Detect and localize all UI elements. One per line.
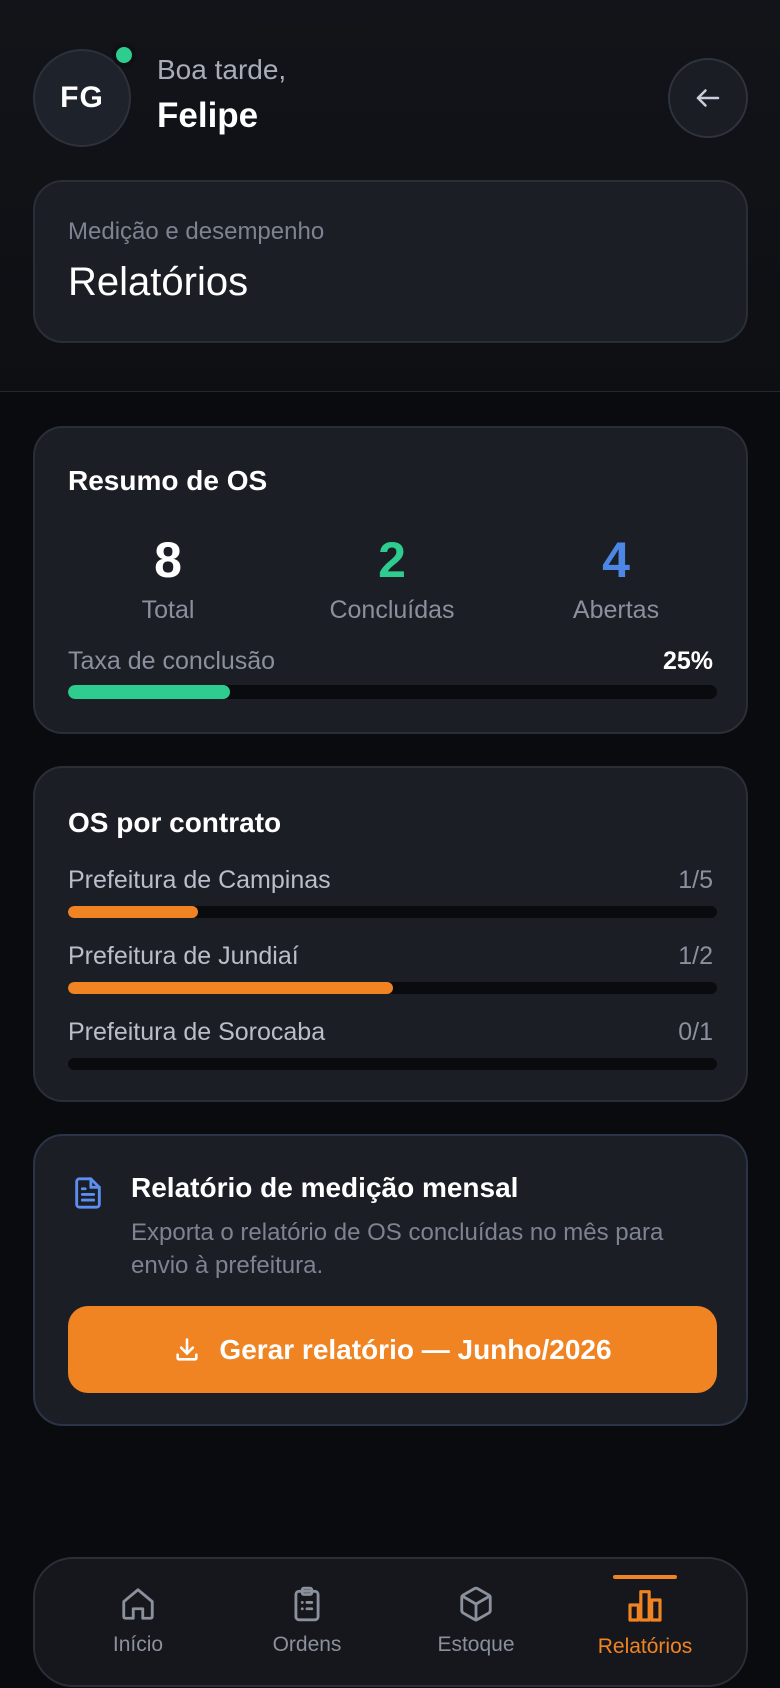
generate-report-label: Gerar relatório — Junho/2026: [219, 1333, 612, 1365]
contract-progress-track: [68, 1058, 717, 1070]
contract-count: 0/1: [678, 1018, 713, 1046]
bar-chart-icon: [628, 1590, 662, 1622]
stat-total: 8 Total: [68, 532, 268, 625]
stat-completed-value: 2: [378, 532, 406, 588]
online-status-dot: [112, 43, 136, 67]
contracts-card: OS por contrato Prefeitura de Campinas 1…: [33, 766, 748, 1102]
completion-label: Taxa de conclusão: [68, 647, 276, 675]
report-title: Relatório de medição mensal: [131, 1172, 519, 1203]
clipboard-icon: [294, 1586, 320, 1622]
contract-name: Prefeitura de Campinas: [68, 866, 331, 894]
document-icon: [75, 1177, 101, 1209]
page-header-card: Medição e desempenho Relatórios: [33, 180, 748, 343]
contract-name: Prefeitura de Sorocaba: [68, 1018, 326, 1046]
page-title: Relatórios: [68, 260, 249, 304]
completion-value: 25%: [662, 647, 713, 675]
nav-item-inicio[interactable]: Início: [63, 1559, 213, 1687]
nav-item-ordens[interactable]: Ordens: [232, 1559, 382, 1687]
box-icon: [460, 1586, 492, 1622]
contract-progress-fill: [68, 906, 198, 918]
nav-label-estoque: Estoque: [437, 1633, 515, 1656]
arrow-left-icon: [696, 89, 720, 107]
page-subtitle: Medição e desempenho: [68, 218, 325, 245]
contract-progress-track: [68, 982, 717, 994]
stat-completed-label: Concluídas: [329, 596, 455, 624]
nav-item-relatorios[interactable]: Relatórios: [570, 1559, 720, 1687]
contract-count: 1/5: [678, 866, 713, 894]
report-description: Exporta o relatório de OS concluídas no …: [131, 1219, 664, 1279]
stat-total-value: 8: [154, 532, 182, 588]
summary-title: Resumo de OS: [68, 465, 268, 496]
stat-open-value: 4: [602, 532, 630, 588]
contract-count: 1/2: [678, 942, 713, 970]
contract-progress-fill: [68, 982, 393, 994]
stat-completed: 2 Concluídas: [292, 532, 492, 625]
home-icon: [122, 1588, 154, 1620]
greeting-text: Boa tarde,: [157, 54, 287, 85]
stat-open: 4 Abertas: [516, 532, 716, 625]
bottom-navigation: Início Ordens Estoque Relatórios: [33, 1557, 748, 1687]
active-tab-indicator: [613, 1575, 677, 1579]
nav-item-estoque[interactable]: Estoque: [401, 1559, 551, 1687]
generate-report-button[interactable]: Gerar relatório — Junho/2026: [68, 1306, 717, 1393]
stat-total-label: Total: [141, 596, 195, 624]
completion-progress-track: [68, 685, 717, 699]
contract-progress-track: [68, 906, 717, 918]
avatar-initials: FG: [60, 81, 104, 114]
contracts-title: OS por contrato: [68, 807, 282, 838]
user-name: Felipe: [157, 96, 259, 135]
nav-label-ordens: Ordens: [272, 1633, 342, 1656]
monthly-report-card: Relatório de medição mensal Exporta o re…: [33, 1134, 748, 1426]
stat-open-label: Abertas: [572, 596, 660, 624]
summary-card: Resumo de OS 8 Total 2 Concluídas 4 Aber…: [33, 426, 748, 734]
contract-name: Prefeitura de Jundiaí: [68, 942, 299, 970]
nav-label-relatorios: Relatórios: [597, 1635, 693, 1658]
download-icon: [176, 1337, 199, 1361]
back-button[interactable]: [668, 58, 748, 138]
completion-progress-fill: [68, 685, 231, 699]
nav-label-inicio: Início: [112, 1633, 164, 1656]
